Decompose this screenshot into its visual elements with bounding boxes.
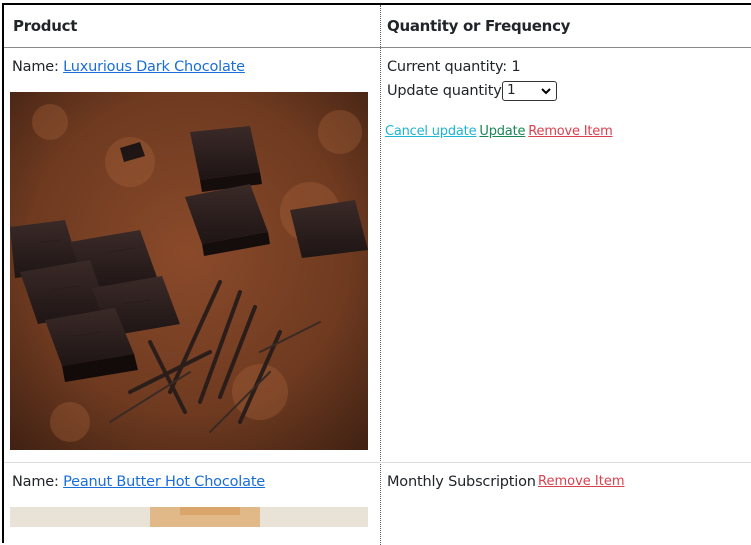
update-link[interactable]: Update <box>479 124 525 139</box>
quantity-select[interactable]: 1 <box>502 81 557 101</box>
table-header-row: Product Quantity or Frequency <box>4 5 751 48</box>
header-quantity: Quantity or Frequency <box>387 17 571 35</box>
product-link-dark-chocolate[interactable]: Luxurious Dark Chocolate <box>63 59 245 75</box>
product-name-row-2: Name: Peanut Butter Hot Chocolate <box>12 474 265 490</box>
product-image-dark-chocolate <box>10 92 368 450</box>
chevron-down-icon <box>540 85 552 101</box>
frequency-text: Monthly Subscription <box>387 474 536 490</box>
quantity-select-value: 1 <box>507 82 516 98</box>
header-product: Product <box>13 17 78 35</box>
remove-item-link[interactable]: Remove Item <box>528 124 612 139</box>
product-name-row-1: Name: Luxurious Dark Chocolate <box>12 59 245 75</box>
product-image-peanut-butter-hot-chocolate <box>10 507 368 527</box>
name-label: Name: <box>12 59 59 75</box>
cancel-update-link[interactable]: Cancel update <box>385 124 477 139</box>
current-quantity-text: Current quantity: 1 <box>387 59 521 75</box>
hot-chocolate-photo <box>10 507 368 527</box>
dark-chocolate-photo <box>10 92 368 450</box>
update-quantity-label: Update quantity <box>387 83 502 99</box>
remove-item-link[interactable]: Remove Item <box>538 474 624 489</box>
item-actions-row-1: Cancel update Update Remove Item <box>385 124 613 139</box>
row-separator <box>4 462 751 463</box>
product-link-peanut-butter-hot-chocolate[interactable]: Peanut Butter Hot Chocolate <box>63 474 265 490</box>
column-divider <box>380 5 381 545</box>
name-label: Name: <box>12 474 59 490</box>
